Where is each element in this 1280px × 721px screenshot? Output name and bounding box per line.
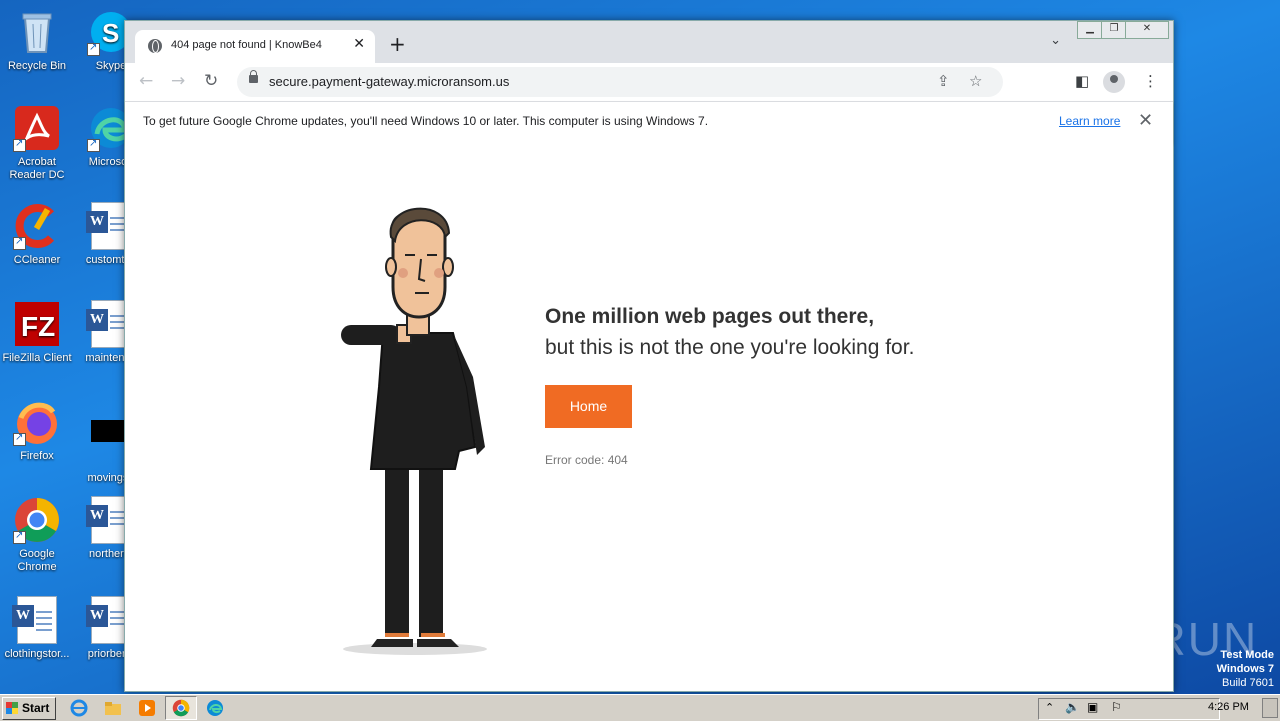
page-content: One million web pages out there, but thi… <box>125 142 1173 691</box>
home-button[interactable]: Home <box>545 385 632 428</box>
update-infobar: To get future Google Chrome updates, you… <box>125 101 1173 143</box>
back-arrow-icon[interactable]: ← <box>139 71 153 91</box>
infobar-close-icon[interactable]: ✕ <box>1138 110 1153 131</box>
address-bar[interactable]: secure.payment-gateway.microransom.us ⇪ … <box>237 67 1003 97</box>
internet-explorer-icon[interactable] <box>70 699 88 717</box>
svg-text:S: S <box>102 18 119 48</box>
shortcut-arrow-icon <box>13 137 26 152</box>
share-icon[interactable]: ⇪ <box>937 72 950 90</box>
test-mode-line3: Build 7601 <box>1222 677 1274 689</box>
desktop-icon-clothingstore[interactable]: W clothingstor... <box>0 596 74 661</box>
side-panel-icon[interactable]: ◧ <box>1075 72 1089 90</box>
tab-close-icon[interactable]: ✕ <box>353 36 365 52</box>
test-mode-notice: Test Mode Windows 7 Build 7601 <box>1217 648 1274 690</box>
bookmark-star-icon[interactable]: ☆ <box>969 72 982 90</box>
restore-button[interactable]: ❐ <box>1101 21 1127 39</box>
subheadline: but this is not the one you're looking f… <box>545 336 915 359</box>
test-mode-line1: Test Mode <box>1220 649 1274 661</box>
tab-search-chevron-icon[interactable]: ⌄ <box>1050 33 1061 48</box>
chrome-window: 404 page not found | KnowBe4 ✕ + ⌄ ▁ ❐ ✕… <box>124 20 1174 692</box>
desktop-icon-acrobat[interactable]: Acrobat Reader DC <box>0 104 74 182</box>
desktop-icon-label: FileZilla Client <box>2 352 72 364</box>
desktop-icon-label: Firefox <box>20 450 54 462</box>
start-button[interactable]: Start <box>2 697 56 720</box>
new-tab-button[interactable]: + <box>389 32 406 56</box>
infobar-message: To get future Google Chrome updates, you… <box>143 114 709 128</box>
firefox-icon <box>13 398 61 446</box>
404-man-illustration <box>341 207 487 655</box>
desktop-icon-chrome[interactable]: Google Chrome <box>0 496 74 574</box>
desktop-icon-label: clothingstor... <box>4 648 70 660</box>
forward-arrow-icon[interactable]: → <box>171 71 185 91</box>
filezilla-icon: FZ <box>13 300 61 348</box>
tab-active[interactable]: 404 page not found | KnowBe4 ✕ <box>135 30 375 63</box>
desktop-icon-recycle-bin[interactable]: Recycle Bin <box>0 8 74 73</box>
browser-toolbar: ← → ↻ secure.payment-gateway.microransom… <box>125 63 1173 101</box>
desktop-icon-label: Google Chrome <box>17 548 57 573</box>
show-desktop-button[interactable] <box>1262 698 1278 718</box>
desktop-icon-label: Recycle Bin <box>7 60 67 72</box>
headline: One million web pages out there, <box>545 305 875 328</box>
desktop-icon-firefox[interactable]: Firefox <box>0 398 74 463</box>
taskbar: Start ⌃ 🔈 ▣ ⚐ 4:26 PM <box>0 694 1280 721</box>
lock-icon[interactable] <box>249 70 258 83</box>
tab-strip: 404 page not found | KnowBe4 ✕ + ⌄ ▁ ❐ ✕ <box>125 21 1173 63</box>
recycle-bin-icon <box>13 8 61 56</box>
tab-title: 404 page not found | KnowBe4 <box>171 39 322 51</box>
desktop-icon-label: CCleaner <box>13 254 61 266</box>
shortcut-arrow-icon <box>13 529 26 544</box>
close-window-button[interactable]: ✕ <box>1125 21 1169 39</box>
system-tray: ⌃ 🔈 ▣ ⚐ <box>1038 698 1220 720</box>
action-center-flag-icon[interactable]: ⚐ <box>1111 700 1122 714</box>
edge-icon[interactable] <box>206 699 224 717</box>
desktop-icon-label: Acrobat Reader DC <box>9 156 65 181</box>
chrome-taskbar-button[interactable] <box>165 696 197 720</box>
error-code: Error code: 404 <box>545 453 628 467</box>
file-explorer-icon[interactable] <box>104 699 122 717</box>
desktop-icon-ccleaner[interactable]: CCleaner <box>0 202 74 267</box>
tray-expand-icon[interactable]: ⌃ <box>1045 701 1054 714</box>
shortcut-arrow-icon <box>13 235 26 250</box>
profile-avatar-icon[interactable] <box>1103 71 1125 93</box>
clock[interactable]: 4:26 PM <box>1208 701 1249 713</box>
network-icon[interactable]: ▣ <box>1087 700 1098 714</box>
reload-icon[interactable]: ↻ <box>204 71 218 91</box>
address-url[interactable]: secure.payment-gateway.microransom.us <box>269 74 509 89</box>
word-document-icon: W <box>12 596 61 644</box>
shortcut-arrow-icon <box>87 137 100 152</box>
minimize-button[interactable]: ▁ <box>1077 21 1103 39</box>
volume-icon[interactable]: 🔈 <box>1065 700 1080 714</box>
ccleaner-icon <box>13 202 61 250</box>
shortcut-arrow-icon <box>13 431 26 446</box>
shortcut-arrow-icon <box>87 41 100 56</box>
learn-more-link[interactable]: Learn more <box>1059 114 1120 128</box>
desktop-icon-filezilla[interactable]: FZ FileZilla Client <box>0 300 74 365</box>
chrome-icon <box>172 699 190 717</box>
media-player-icon[interactable] <box>138 699 156 717</box>
menu-kebab-icon[interactable]: ⋮ <box>1143 72 1158 90</box>
chrome-icon <box>13 496 61 544</box>
test-mode-line2: Windows 7 <box>1216 663 1274 675</box>
acrobat-icon <box>13 104 61 152</box>
windows-logo-icon <box>6 702 18 714</box>
start-label: Start <box>22 701 50 715</box>
globe-icon <box>148 39 162 53</box>
svg-text:FZ: FZ <box>21 311 55 342</box>
